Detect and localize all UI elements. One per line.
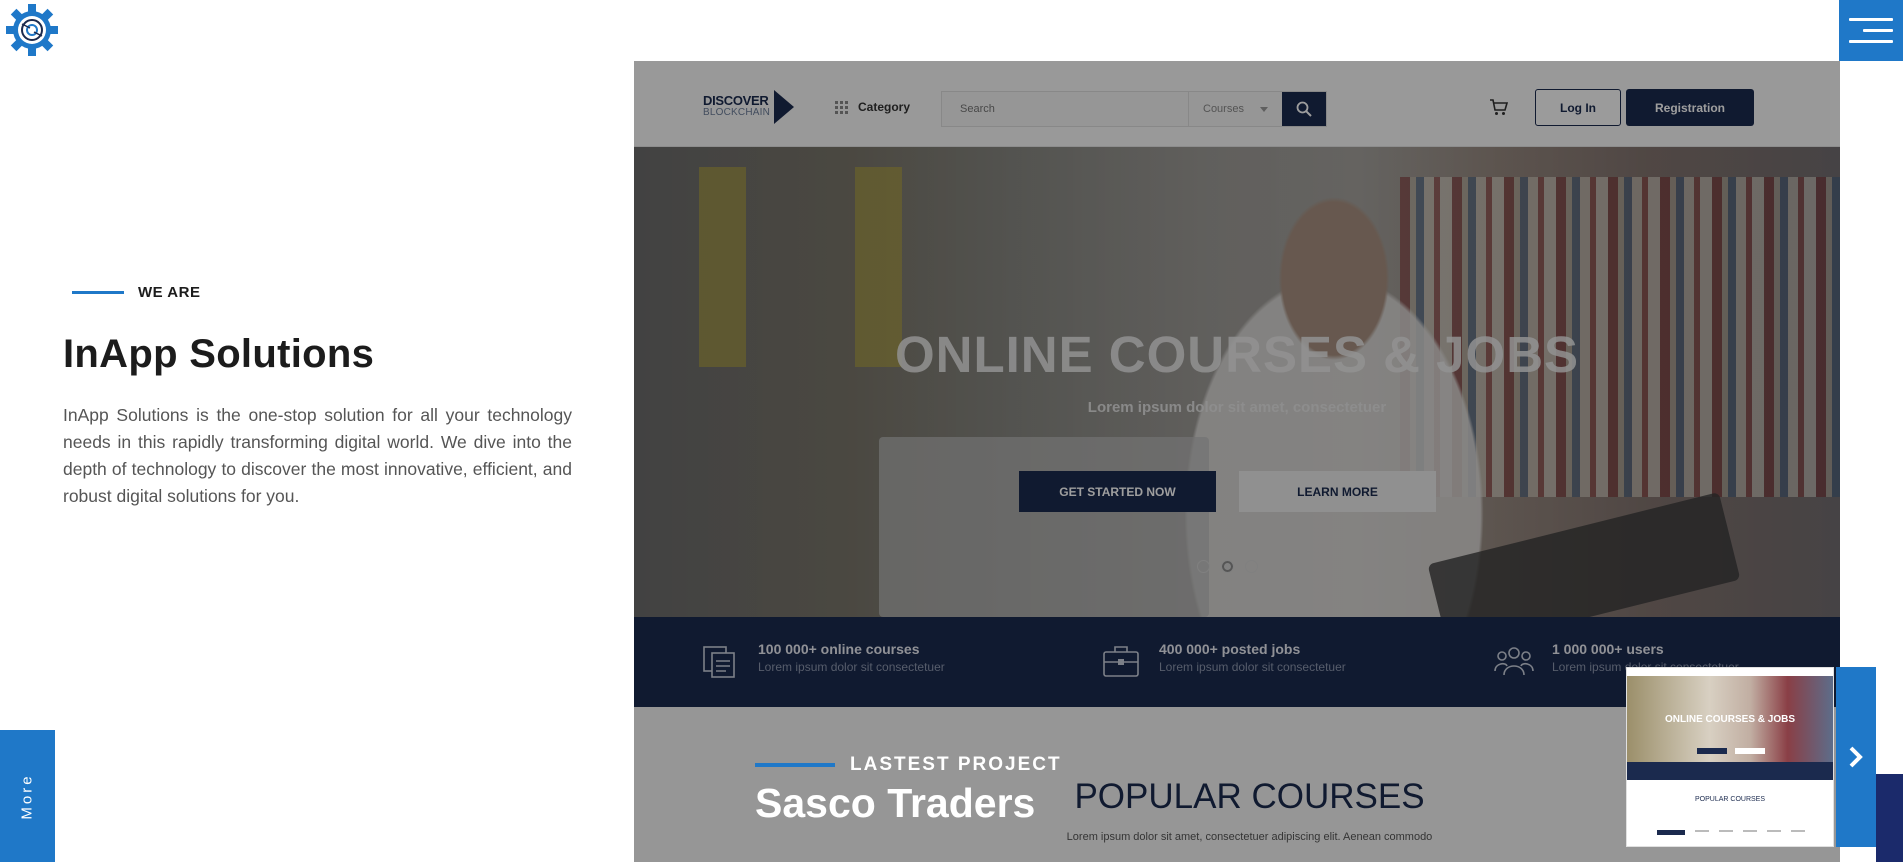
thumbnail-tabs <box>1657 830 1805 835</box>
project-name: Sasco Traders <box>755 780 1036 826</box>
thumbnail-button <box>1697 748 1727 754</box>
intro-eyebrow-label: WE ARE <box>138 284 201 301</box>
gear-logo-icon <box>6 4 58 56</box>
intro-eyebrow: WE ARE <box>72 284 200 301</box>
accent-line <box>72 291 124 294</box>
thumbnail-stats-bar <box>1627 762 1833 780</box>
company-title: InApp Solutions <box>63 332 375 376</box>
thumbnail-header <box>1627 668 1833 676</box>
thumbnail-hero-title: ONLINE COURSES & JOBS <box>1664 714 1796 725</box>
menu-icon-bar <box>1849 40 1893 43</box>
project-eyebrow: LASTEST PROJECT <box>755 754 1062 776</box>
menu-icon-bar <box>1849 18 1893 21</box>
next-project-thumbnail[interactable]: ONLINE COURSES & JOBS POPULAR COURSES <box>1626 667 1834 847</box>
more-tab[interactable]: More <box>0 730 55 862</box>
menu-button[interactable] <box>1839 0 1903 61</box>
company-description: InApp Solutions is the one-stop solution… <box>63 405 572 506</box>
accent-line <box>755 763 835 767</box>
project-eyebrow-label: LASTEST PROJECT <box>850 754 1062 775</box>
thumbnail-section-title: POPULAR COURSES <box>1694 796 1766 803</box>
more-tab-label: More <box>19 772 36 820</box>
corner-accent-block <box>1876 774 1903 862</box>
chevron-right-icon <box>1849 746 1863 768</box>
thumbnail-hero: ONLINE COURSES & JOBS <box>1627 676 1833 762</box>
menu-icon-bar <box>1863 29 1893 32</box>
next-project-button[interactable] <box>1836 667 1876 847</box>
company-logo[interactable] <box>0 0 64 60</box>
thumbnail-button <box>1735 748 1765 754</box>
